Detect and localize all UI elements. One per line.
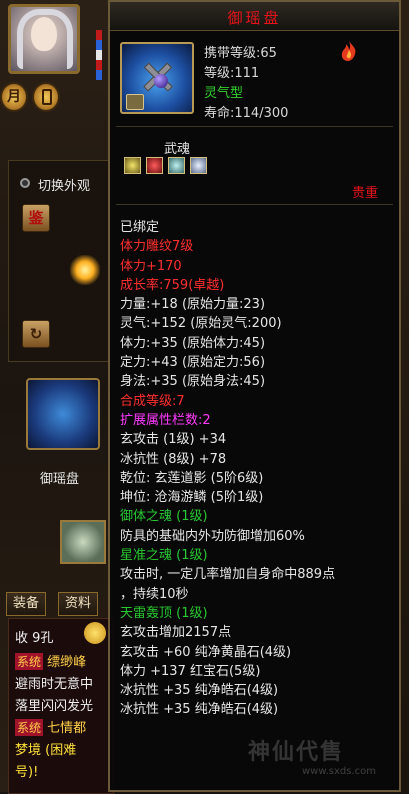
system-tag: 系统	[15, 719, 44, 736]
attribute-list: 已绑定体力雕纹7级 体力+170 成长率:759(卓越) 力量:+18 (原始力量:2…	[120, 218, 395, 720]
item-type: 灵气型	[204, 86, 244, 101]
attribute-line: 扩展属性栏数:2	[120, 412, 211, 428]
chat-panel[interactable]: 收 9孔 系统 缥缈峰 避雨时无意中 落里闪闪发光 系统 七情都 梦境 (困难 …	[8, 618, 114, 794]
attribute-line: 天雷轰顶 (1级)	[120, 605, 208, 621]
window-edge	[401, 0, 409, 792]
attribute-line: 玄攻击 +60 纯净黄晶石(4级)	[120, 644, 292, 660]
attribute-line: 灵气:+152 (原始灵气:200)	[120, 316, 282, 332]
chat-line: 避雨时无意中	[15, 677, 94, 692]
switch-appearance-label[interactable]: 切换外观	[38, 175, 90, 194]
phone-icon	[42, 89, 52, 105]
tooltip-header: 御瑶盘	[110, 2, 399, 31]
attribute-line: 力量:+18 (原始力量:23)	[120, 297, 266, 313]
attribute-line: 玄攻击 (1级) +34	[120, 432, 227, 448]
attribute-line: 冰抗性 (8级) +78	[120, 451, 227, 467]
chat-line: 系统 缥缈峰	[15, 653, 87, 670]
attribute-line: 体力 +137 红宝石(5级)	[120, 663, 261, 679]
attribute-line: 星准之魂 (1级)	[120, 548, 208, 564]
sparkle-effect	[70, 255, 100, 285]
avatar-face	[31, 17, 57, 51]
divider	[116, 204, 393, 205]
item-title: 御瑶盘	[227, 9, 282, 27]
item-icon	[120, 42, 194, 114]
attribute-line: 已绑定	[120, 220, 160, 235]
secondary-item-slot[interactable]	[60, 520, 106, 564]
soul-gem-white-icon	[190, 157, 207, 174]
coin-icon	[84, 622, 106, 644]
phone-button[interactable]	[32, 82, 60, 112]
switch-appearance-radio[interactable]	[20, 178, 30, 188]
watermark: 神仙代售	[248, 740, 345, 765]
month-button[interactable]: 月	[0, 82, 28, 112]
attribute-line: ，持续10秒	[120, 586, 189, 602]
refresh-icon: ↻	[29, 325, 43, 343]
rarity-label: 贵重	[352, 186, 379, 201]
status-buff-strip	[96, 30, 102, 80]
soul-gem-cyan-icon	[168, 157, 185, 174]
chat-line: 梦境 (困难	[15, 743, 77, 758]
attribute-line: 防具的基础内外功防御增加60%	[120, 528, 305, 544]
tab-equipment[interactable]: 装备	[6, 592, 47, 616]
tab-profile[interactable]: 资料	[58, 592, 99, 616]
appraise-button[interactable]: 鉴	[22, 204, 50, 232]
attribute-line: 合成等级:7	[120, 393, 185, 409]
pet-item-name: 御瑶盘	[40, 472, 80, 487]
item-tooltip: 御瑶盘 携带等级:65 等级:111 灵气型 寿命:114/300 武魂 贵重 …	[108, 0, 401, 792]
flame-icon	[341, 41, 356, 61]
orb-icon	[154, 74, 168, 88]
item-life: 寿命:114/300	[204, 106, 289, 121]
item-level: 等级:111	[204, 66, 260, 81]
attribute-line: 乾位: 玄莲道影 (5阶6级)	[120, 470, 264, 486]
attribute-line: 攻击时, 一定几率增加自身命中889点	[120, 567, 336, 583]
soul-gem-yellow-icon	[124, 157, 141, 174]
attribute-line: 御体之魂 (1级)	[120, 509, 208, 525]
attribute-line: 定力:+43 (原始定力:56)	[120, 355, 266, 371]
attribute-line: 成长率:759(卓越)	[120, 277, 225, 293]
pet-item-slot[interactable]	[26, 378, 100, 450]
divider	[116, 126, 393, 127]
system-tag: 系统	[15, 653, 44, 670]
attribute-line: 坤位: 沧海游鳞 (5阶1级)	[120, 490, 264, 506]
attribute-line: 体力雕纹7级	[120, 239, 194, 255]
bound-bag-icon	[126, 94, 144, 110]
soul-gem-red-icon	[146, 157, 163, 174]
attribute-line: 身法:+35 (原始身法:45)	[120, 374, 266, 390]
carry-level: 携带等级:65	[204, 46, 277, 61]
attribute-line: 体力:+35 (原始体力:45)	[120, 335, 266, 351]
watermark-url: www.sxds.com	[302, 766, 377, 777]
attribute-line: 体力+170	[120, 258, 182, 274]
chat-line: 号)!	[15, 765, 39, 780]
attribute-line: 玄攻击增加2157点	[120, 625, 232, 641]
chat-line: 收 9孔	[15, 631, 54, 646]
character-avatar[interactable]	[8, 4, 80, 74]
attribute-line: 冰抗性 +35 纯净皓石(4级)	[120, 683, 279, 699]
soul-label: 武魂	[164, 142, 191, 157]
attribute-line: 冰抗性 +35 纯净皓石(4级)	[120, 702, 279, 718]
chat-line: 落里闪闪发光	[15, 699, 94, 714]
chat-line: 系统 七情都	[15, 719, 87, 736]
refresh-button[interactable]: ↻	[22, 320, 50, 348]
